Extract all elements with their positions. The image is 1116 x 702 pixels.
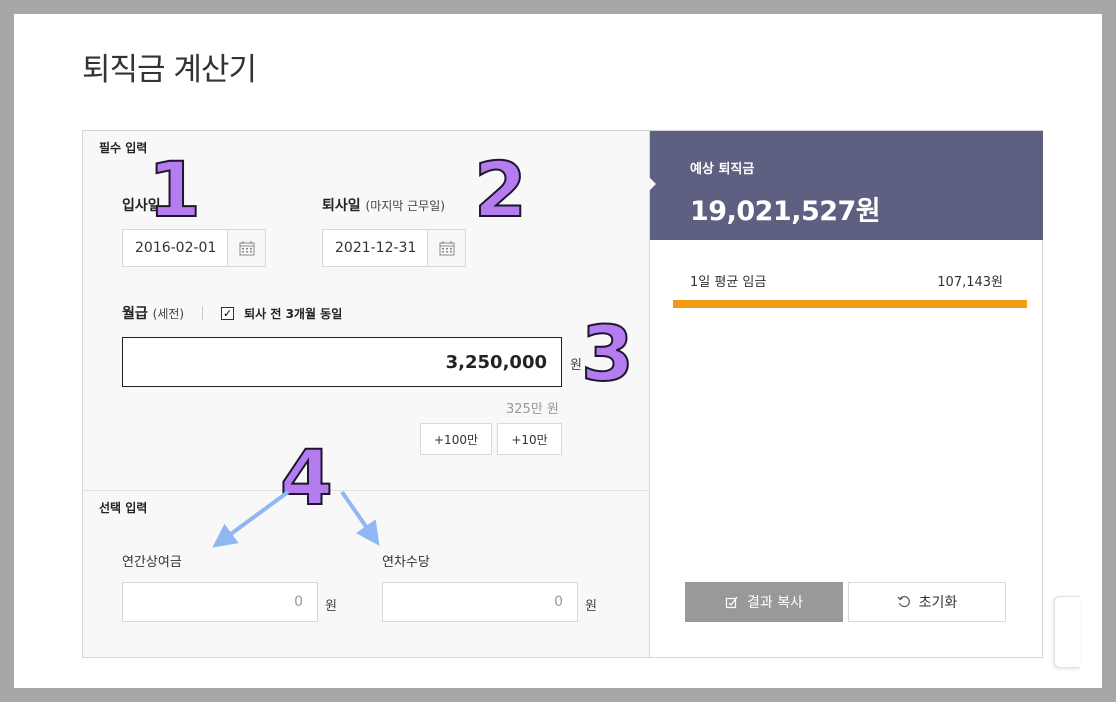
- arrow-to-bonus: [212, 490, 290, 548]
- annotation-arrows: [212, 490, 380, 548]
- arrow-to-annual-leave: [340, 490, 380, 546]
